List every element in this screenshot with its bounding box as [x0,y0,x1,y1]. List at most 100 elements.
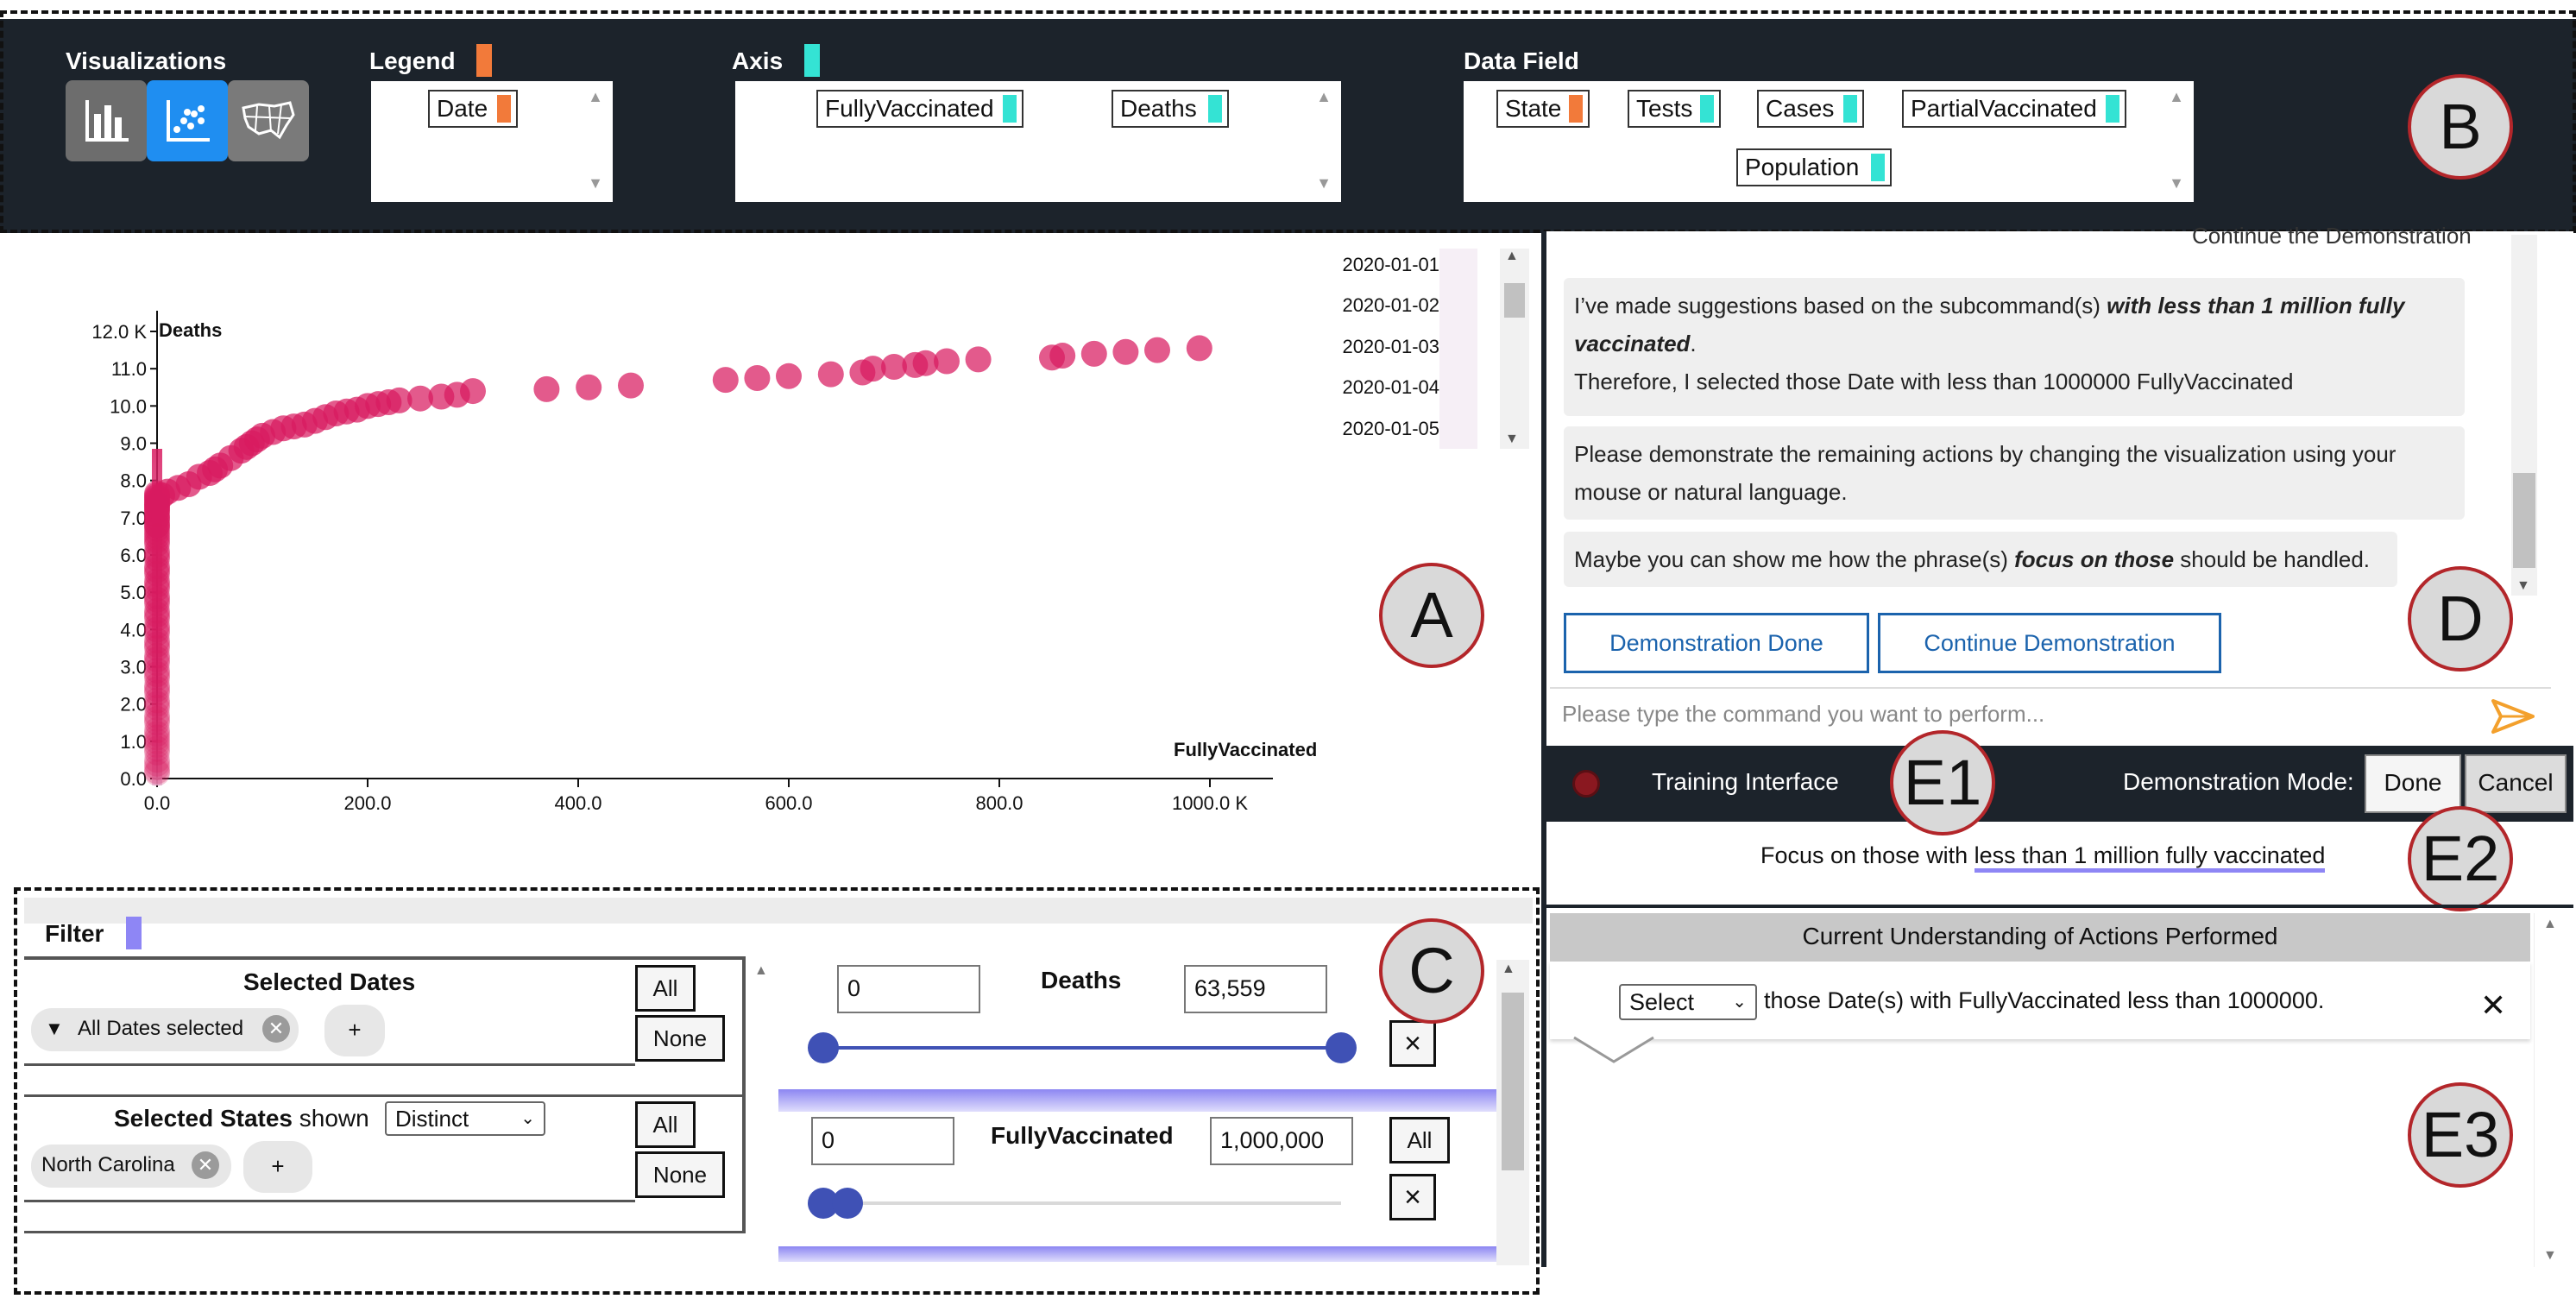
dates-none-button[interactable]: None [635,1015,725,1062]
data-point[interactable] [817,361,844,388]
demonstration-done-button[interactable]: Demonstration Done [1564,613,1869,673]
action-select[interactable]: Select ⌄ [1619,984,1757,1020]
scroll-up-icon[interactable]: ▲ [1313,88,1334,106]
deaths-slider-min-handle[interactable] [808,1032,839,1063]
date-item[interactable]: 2020-01-02 [1327,294,1439,317]
dates-chip[interactable]: ▼ All Dates selected ✕ [31,1008,299,1051]
data-point[interactable] [533,375,560,402]
label-b: B [2408,74,2513,180]
date-item[interactable]: 2020-01-05 [1327,418,1439,440]
x-tick-label: 200.0 [343,792,391,811]
data-point[interactable] [460,378,486,405]
filter-separator [778,1089,1496,1112]
date-item[interactable]: 2020-01-01 [1327,254,1439,276]
data-point[interactable] [576,374,602,400]
record-icon[interactable] [1572,770,1600,798]
map-button[interactable] [228,80,309,161]
y-tick-label: 0.0 [120,768,147,790]
selected-dates-label: Selected Dates [243,968,416,995]
fv-slider-track[interactable] [823,1201,1341,1205]
data-point[interactable] [744,364,771,391]
data-point[interactable] [618,372,644,399]
chevron-down-icon[interactable]: ▼ [45,1008,64,1050]
data-point[interactable] [934,348,960,375]
understanding-scrollbar[interactable]: ▲ ▼ [2534,913,2568,1267]
fv-all-button[interactable]: All [1389,1117,1450,1163]
deaths-slider-track[interactable] [823,1046,1341,1050]
y-tick-label: 7.0 [120,508,147,529]
data-point[interactable] [1186,335,1212,362]
legend-pill-date[interactable]: Date [428,90,518,128]
divider [1546,905,2573,908]
label-e3: E3 [2408,1082,2513,1188]
filter-right-scrollbar[interactable]: ▲ [1496,960,1529,1265]
dates-all-button[interactable]: All [635,965,696,1012]
field-pill-cases[interactable]: Cases [1757,90,1864,128]
date-item[interactable]: 2020-01-03 [1327,336,1439,358]
chat-scrollbar[interactable]: ▼ [2511,235,2537,596]
data-point[interactable] [144,512,170,539]
data-point[interactable] [144,758,170,785]
scroll-up-icon[interactable]: ▲ [2166,88,2187,106]
axis-pill-deaths[interactable]: Deaths [1112,90,1229,128]
remove-chip-icon[interactable]: ✕ [262,1015,290,1043]
field-pill-population[interactable]: Population [1736,148,1892,186]
fv-slider-max-handle[interactable] [832,1188,863,1219]
scroll-down-icon[interactable]: ▼ [2166,174,2187,192]
fv-remove-button[interactable]: × [1389,1174,1436,1220]
field-pill-tests[interactable]: Tests [1628,90,1721,128]
data-point[interactable] [1112,338,1139,365]
data-point[interactable] [712,367,739,394]
deaths-min-input[interactable]: 0 [837,965,980,1013]
scatter-chart[interactable]: 0.0 1.0 2.0 3.0 4.0 5.0 6.0 7.0 8.0 9.0 10.0 11.0 12… [52,293,1381,811]
remove-chip-icon[interactable]: ✕ [192,1151,219,1179]
data-point[interactable] [1080,340,1107,367]
field-pill-partialvaccinated[interactable]: PartialVaccinated [1902,90,2126,128]
add-state-button[interactable]: + [243,1141,312,1193]
y-tick-label: 9.0 [120,433,147,455]
data-point[interactable] [776,363,802,389]
state-chip[interactable]: North Carolina ✕ [31,1145,231,1188]
bar-chart-icon [85,100,129,142]
data-point[interactable] [1049,343,1076,369]
states-all-button[interactable]: All [635,1101,696,1148]
axis-pill-fullyvaccinated[interactable]: FullyVaccinated [816,90,1023,128]
scatter-plot-button[interactable] [147,80,228,161]
states-none-button[interactable]: None [635,1151,725,1198]
scroll-up-icon[interactable]: ▲ [585,88,606,106]
add-date-button[interactable]: + [324,1005,385,1056]
legend-shelf[interactable]: Date ▲ ▼ [371,81,613,202]
scroll-down-icon[interactable]: ▼ [585,174,606,192]
command-input[interactable]: Please type the command you want to perf… [1550,687,2551,742]
y-tick-label: 2.0 [120,694,147,716]
deaths-max-input[interactable]: 63,559 [1184,965,1327,1013]
action-select-value: Select [1629,989,1695,1015]
data-point[interactable] [144,705,170,732]
mode-done-button[interactable]: Done [2365,754,2461,813]
send-icon[interactable] [2491,697,2535,735]
date-list-scrollbar[interactable]: ▲ ▼ [1500,249,1529,449]
mode-cancel-button[interactable]: Cancel [2465,754,2567,813]
axis-shelf[interactable]: FullyVaccinated Deaths ▲ ▼ [735,81,1341,202]
scroll-down-icon[interactable]: ▼ [1313,174,1334,192]
distinct-select[interactable]: Distinct ⌄ [385,1101,545,1136]
fv-max-input[interactable]: 1,000,000 [1210,1117,1353,1165]
y-tick-label: 8.0 [120,470,147,492]
filter-scrollbar[interactable]: ▲ [747,960,777,1265]
remove-action-icon[interactable]: ✕ [2480,987,2506,1024]
data-point[interactable] [1144,337,1170,363]
data-point[interactable] [144,557,170,583]
deaths-remove-button[interactable]: × [1389,1020,1436,1067]
y-tick-label: 10.0 [110,395,147,417]
data-point[interactable] [965,346,992,373]
axis-pill-label: FullyVaccinated [825,95,994,122]
bar-chart-button[interactable] [66,80,147,161]
fv-min-input[interactable]: 0 [811,1117,954,1165]
date-item[interactable]: 2020-01-04 [1327,376,1439,399]
data-field-shelf[interactable]: State Tests Cases PartialVaccinated Popu… [1464,81,2194,202]
deaths-slider-max-handle[interactable] [1326,1032,1357,1063]
continue-demonstration-button[interactable]: Continue Demonstration [1878,613,2221,673]
x-tick-label: 600.0 [765,792,812,811]
field-pill-state[interactable]: State [1496,90,1590,128]
data-point[interactable] [144,631,170,658]
